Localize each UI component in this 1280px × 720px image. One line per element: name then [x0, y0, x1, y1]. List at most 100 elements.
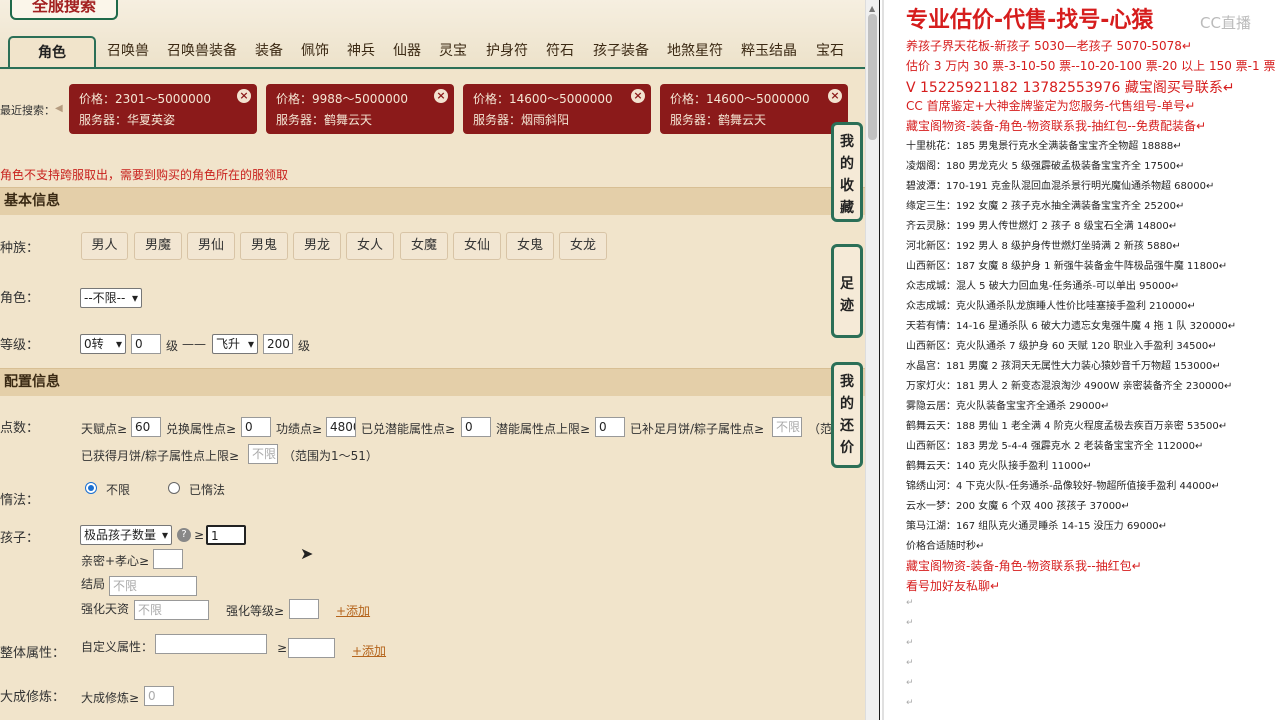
talent-input[interactable]: 60 [131, 417, 161, 437]
scrollbar-thumb[interactable] [868, 14, 877, 140]
level-to-input[interactable]: 200 [263, 334, 293, 354]
tab-jade-crystal[interactable]: 粹玉结晶 [741, 36, 797, 68]
tab-summon-equip[interactable]: 召唤兽装备 [167, 36, 237, 68]
doc-line: 鹤舞云天：140 克火队接手盈利 11000↵ [906, 461, 1092, 472]
section-config: 配置信息 [0, 368, 865, 396]
recent-card[interactable]: 价格：2301～5000000 服务器：华夏英姿 × [69, 84, 257, 134]
race-button[interactable]: 男龙 [293, 232, 341, 260]
level-unit-2: 级 [298, 339, 311, 353]
tab-fairy-device[interactable]: 仙器 [393, 36, 421, 68]
doc-line: 碧波潭：170-191 克金队混回血混杀景行明光魔仙通杀物超 68000↵ [906, 181, 1215, 192]
merit-label: 功绩点≥ [276, 422, 323, 436]
potential-input[interactable]: 0 [461, 417, 491, 437]
tab-spirit-treasure[interactable]: 灵宝 [439, 36, 467, 68]
close-icon[interactable]: × [828, 89, 842, 103]
add-link[interactable]: +添加 [336, 602, 370, 619]
intimacy-label: 亲密+孝心≥ [81, 554, 150, 568]
race-button[interactable]: 女人 [346, 232, 394, 260]
document-panel: CC直播 专业估价-代售-找号-心猿 养孩子界天花板-新孩子 5030—老孩子 … [880, 0, 1280, 720]
exchange-input[interactable]: 0 [241, 417, 271, 437]
app-root: 全服搜索 角色 召唤兽 召唤兽装备 装备 佩饰 神兵 仙器 灵宝 护身符 符石 … [0, 0, 1280, 720]
tab-amulet[interactable]: 护身符 [486, 36, 528, 68]
page-scrollbar[interactable]: ▲ [865, 0, 879, 720]
recent-card-server: 服务器：华夏英姿 [79, 113, 176, 127]
talent-label: 天赋点≥ [81, 422, 128, 436]
race-button[interactable]: 女鬼 [506, 232, 554, 260]
intimacy-input[interactable] [153, 549, 183, 569]
tab-gem[interactable]: 宝石 [816, 36, 844, 68]
inertia-done-radio[interactable] [168, 482, 180, 494]
mooncake-input[interactable]: 不限 [772, 417, 802, 437]
custom-attr-value[interactable] [288, 638, 335, 658]
tab-divine-weapon[interactable]: 神兵 [347, 36, 375, 68]
ending-input[interactable]: 不限 [109, 576, 197, 596]
child-label: 孩子： [0, 531, 40, 546]
race-button[interactable]: 女龙 [559, 232, 607, 260]
role-select[interactable]: --不限-- [80, 288, 142, 308]
tab-accessory[interactable]: 佩饰 [301, 36, 329, 68]
doc-line: 河北新区：192 男人 8 级护身传世燃灯坐骑满 2 新孩 5880↵ [906, 241, 1181, 252]
mastery-input[interactable]: 0 [144, 686, 174, 706]
mooncake-max-input[interactable]: 不限 [248, 444, 278, 464]
recent-card[interactable]: 价格：9988～5000000 服务器：鹤舞云天 × [266, 84, 454, 134]
ending-label: 结局 [81, 577, 106, 591]
recent-card[interactable]: 价格：14600～5000000 服务器：鹤舞云天 × [660, 84, 848, 134]
recent-card-price: 价格：14600～5000000 [670, 92, 810, 106]
my-bargain-button[interactable]: 我的还价 [831, 362, 863, 468]
overall-label: 整体属性： [0, 646, 66, 661]
level-to-select[interactable]: 飞升 [212, 334, 258, 354]
doc-line: 看号加好友私聊↵ [906, 579, 1001, 593]
race-button[interactable]: 男仙 [187, 232, 235, 260]
cursor-icon: ➤ [300, 544, 314, 563]
inertia-label: 惰法： [0, 493, 40, 508]
range-text: （范围为1～51） [283, 449, 378, 463]
inertia-any-radio[interactable] [85, 482, 97, 494]
chevron-up-icon[interactable]: ▲ [869, 4, 875, 13]
mooncake-label: 已补足月饼/粽子属性点≥ [630, 422, 765, 436]
range-text-cut: （范 [808, 422, 833, 436]
mastery-label-2: 大成修炼≥ [81, 691, 140, 705]
doc-empty-line: ↵ [906, 638, 914, 648]
add-link[interactable]: +添加 [352, 642, 386, 659]
close-icon[interactable]: × [237, 89, 251, 103]
level-from-input[interactable]: 0 [131, 334, 161, 354]
level-label: 等级： [0, 338, 40, 353]
history-button[interactable]: 足迹 [831, 244, 863, 338]
tab-star-rune[interactable]: 地煞星符 [667, 36, 723, 68]
recent-prev-icon[interactable]: ◀ [55, 103, 63, 114]
child-count-input[interactable]: 1 [206, 525, 246, 545]
help-icon[interactable]: ? [177, 528, 191, 542]
race-button[interactable]: 女仙 [453, 232, 501, 260]
favorites-button[interactable]: 我的收藏 [831, 122, 863, 222]
recent-card-server: 服务器：鹤舞云天 [670, 113, 767, 127]
level-from-select[interactable]: 0转 [80, 334, 126, 354]
custom-attr-input[interactable] [155, 634, 267, 654]
potential-max-input[interactable]: 0 [595, 417, 625, 437]
tab-child-equip[interactable]: 孩子装备 [593, 36, 649, 68]
doc-line: 山西新区：克火队通杀 7 级护身 60 天赋 120 职业入手盈利 34500↵ [906, 341, 1217, 352]
tab-summon[interactable]: 召唤兽 [107, 36, 149, 68]
merit-input[interactable]: 4800 [326, 417, 356, 437]
tab-role[interactable]: 角色 [8, 36, 96, 68]
race-button[interactable]: 男人 [81, 232, 128, 260]
doc-line: 缘定三生：192 女魔 2 孩子克水抽全满装备宝宝齐全 25200↵ [906, 201, 1185, 212]
close-icon[interactable]: × [434, 89, 448, 103]
mastery-label: 大成修炼： [0, 690, 66, 705]
doc-line: 水晶宫：181 男魔 2 孩洞天无属性大力装心猿妙音千万物超 153000↵ [906, 361, 1221, 372]
enhance-input[interactable] [289, 599, 319, 619]
recent-card[interactable]: 价格：14600～5000000 服务器：烟雨斜阳 × [463, 84, 651, 134]
doc-line: 天若有情：14-16 星通杀队 6 破大力遗忘女鬼强牛魔 4 拖 1 队 320… [906, 321, 1237, 332]
tab-equip[interactable]: 装备 [255, 36, 283, 68]
tab-rune-stone[interactable]: 符石 [546, 36, 574, 68]
close-icon[interactable]: × [631, 89, 645, 103]
mooncake-max-label: 已获得月饼/粽子属性点上限≥ [81, 449, 240, 463]
talent2-input[interactable]: 不限 [134, 600, 209, 620]
talent2-label: 强化天资 [81, 602, 130, 616]
child-select[interactable]: 极品孩子数量 [80, 525, 172, 545]
potential-max-label: 潜能属性点上限≥ [496, 422, 591, 436]
race-button[interactable]: 男鬼 [240, 232, 288, 260]
category-tabs: 角色 召唤兽 召唤兽装备 装备 佩饰 神兵 仙器 灵宝 护身符 符石 孩子装备 … [0, 36, 865, 68]
race-button[interactable]: 男魔 [134, 232, 182, 260]
race-button[interactable]: 女魔 [400, 232, 448, 260]
doc-line: 凌烟阁：180 男龙克火 5 级强霹破孟极装备宝宝齐全 17500↵ [906, 161, 1185, 172]
